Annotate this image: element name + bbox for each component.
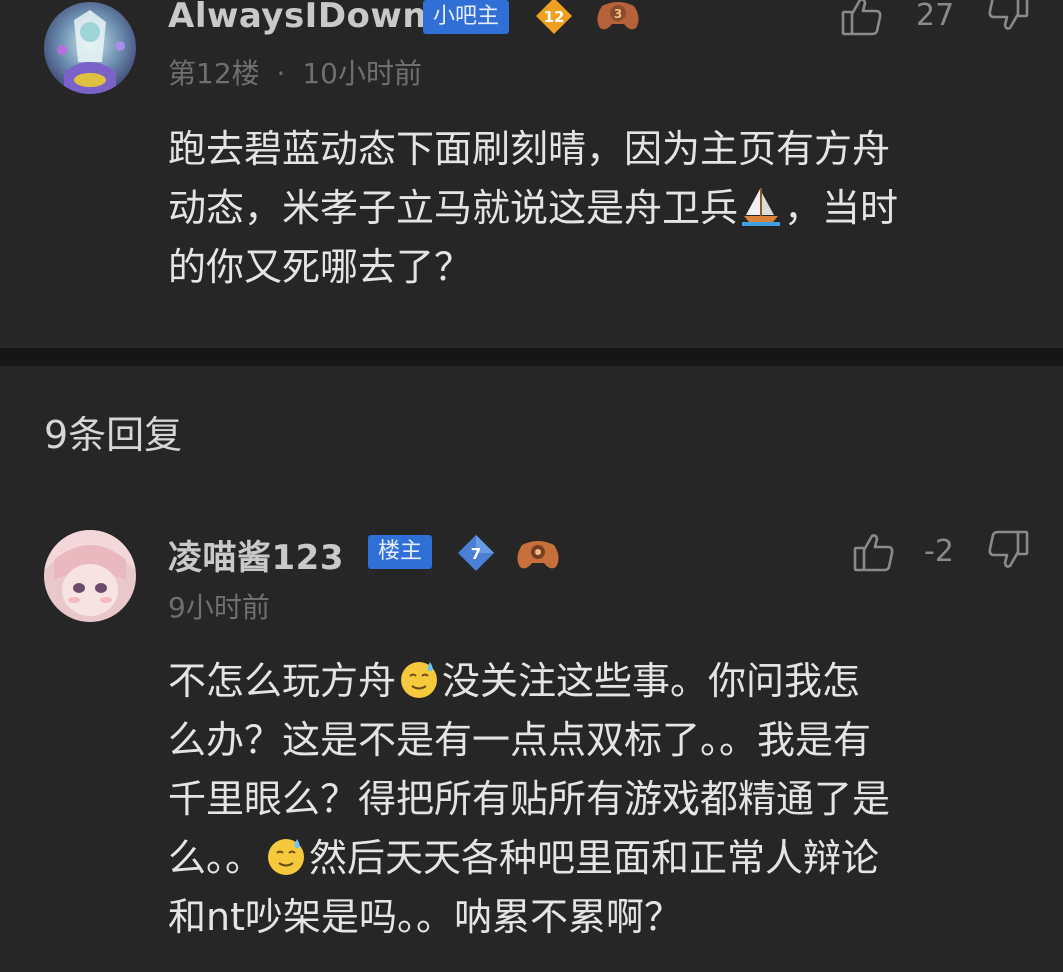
content-line: 和nt吵架是吗。。呐累不累啊？ — [168, 895, 682, 939]
game-level-number: 3 — [614, 7, 622, 21]
content-line: 么办？这是不是有一点点双标了。。我是有 — [168, 718, 872, 762]
post-username[interactable]: AlwaysIDown — [168, 0, 427, 36]
sweat-smile-emoji-icon — [398, 658, 440, 700]
role-badge: 小吧主 — [423, 0, 510, 34]
post-meta: 第12楼 · 10小时前 — [168, 52, 422, 92]
reply-like-count: -2 — [924, 534, 954, 569]
thumb-down-icon[interactable] — [986, 0, 1030, 34]
reply-time: 9小时前 — [168, 591, 270, 624]
reply-count-header: 9条回复 — [44, 413, 183, 457]
content-line: 跑去碧蓝动态下面刷刻晴，因为主页有方舟 — [168, 127, 891, 171]
like-count: 27 — [916, 0, 955, 33]
floor-number: 第12楼 — [168, 57, 260, 90]
content-line: 动态，米孝子立马就说这是舟卫兵 ，当时 — [168, 185, 899, 230]
reply-level-number: 7 — [471, 545, 481, 563]
replies-section: 9条回复 凌喵酱123 楼主 7 9小时前 -2 不怎么玩方舟 没关注这些事。你… — [0, 366, 1063, 972]
level-number: 12 — [544, 8, 565, 26]
meta-separator: · — [276, 57, 286, 90]
reply-content: 不怎么玩方舟 没关注这些事。你问我怎 么办？这是不是有一点点双标了。。我是有 千… — [168, 652, 1018, 947]
section-divider — [0, 348, 1063, 366]
sweat-smile-emoji-icon — [265, 835, 307, 877]
content-line: 的你又死哪去了？ — [168, 245, 473, 289]
reply-level-badge-icon: 7 — [456, 533, 496, 573]
reply-thumb-down-icon[interactable] — [986, 528, 1030, 572]
thumb-up-icon[interactable] — [840, 0, 884, 38]
content-line: 不怎么玩方舟 没关注这些事。你问我怎 — [168, 658, 861, 703]
reply-avatar[interactable] — [44, 530, 136, 622]
content-line: 么。。 然后天天各种吧里面和正常人辩论 — [168, 835, 880, 880]
avatar[interactable] — [44, 2, 136, 94]
game-controller-icon: 3 — [596, 0, 640, 32]
reply-username[interactable]: 凌喵酱123 — [168, 530, 344, 579]
sailboat-emoji-icon — [740, 185, 782, 227]
content-line: 千里眼么？得把所有贴所有游戏都精通了是 — [168, 777, 891, 821]
reply-role-badge: 楼主 — [368, 535, 433, 569]
post-content: 跑去碧蓝动态下面刷刻晴，因为主页有方舟 动态，米孝子立马就说这是舟卫兵 ，当时 … — [168, 120, 1018, 297]
reply-thumb-up-icon[interactable] — [852, 530, 896, 574]
reply-game-controller-icon — [516, 537, 560, 571]
post-floor-12: AlwaysIDown 小吧主 12 3 第12楼 · 10小时前 27 跑去碧… — [0, 0, 1063, 348]
post-time: 10小时前 — [302, 57, 422, 90]
level-badge-icon: 12 — [534, 0, 574, 36]
